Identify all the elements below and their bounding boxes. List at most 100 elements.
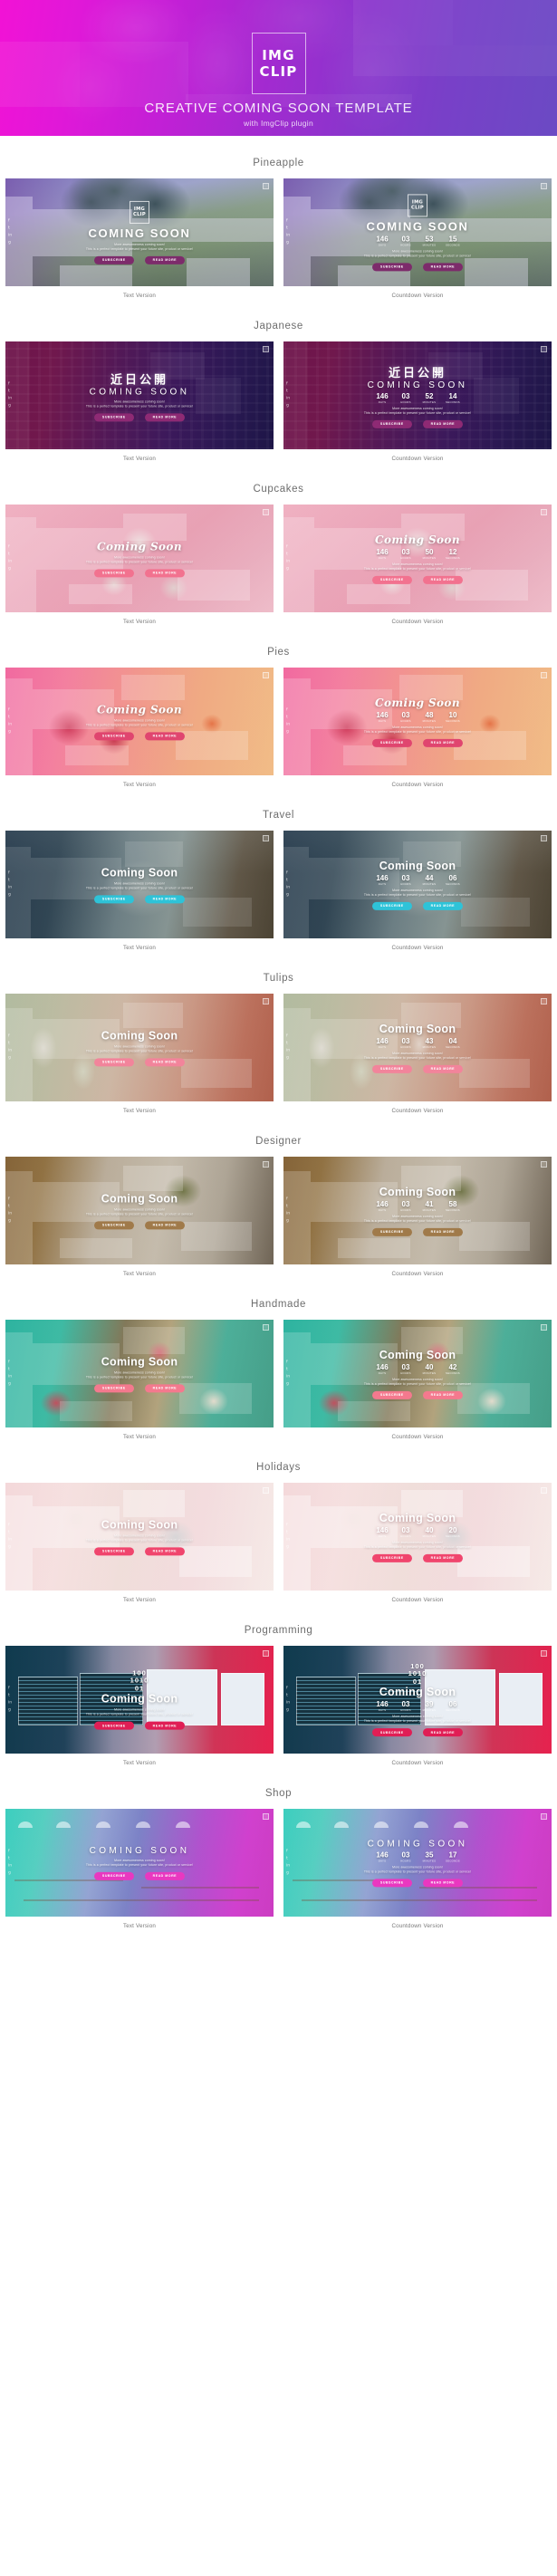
social-icon-google[interactable]: g [286,1382,290,1387]
social-icon-facebook[interactable]: f [8,1686,12,1691]
social-icon-linkedin[interactable]: in [286,1049,290,1053]
read-more-button[interactable]: READ MORE [422,262,464,272]
read-more-button[interactable]: READ MORE [144,1871,186,1880]
social-icon-facebook[interactable]: f [286,544,290,550]
preview-card-countdown[interactable]: f t in g Coming Soon 146 DAYS 03 HOURS 43 MINUTES 0… [283,994,552,1101]
social-icon-facebook[interactable]: f [286,1360,290,1365]
social-icon-google[interactable]: g [286,893,290,898]
subscribe-button[interactable]: SUBSCRIBE [93,894,134,904]
fullscreen-icon[interactable] [263,183,269,189]
social-icon-linkedin[interactable]: in [286,1701,290,1706]
social-icon-facebook[interactable]: f [8,1360,12,1365]
social-icon-google[interactable]: g [286,567,290,572]
social-icon-google[interactable]: g [286,1056,290,1061]
fullscreen-icon[interactable] [263,1161,269,1168]
social-icon-linkedin[interactable]: in [286,1212,290,1216]
fullscreen-icon[interactable] [541,1813,547,1820]
social-icon-linkedin[interactable]: in [286,1375,290,1379]
social-icon-twitter[interactable]: t [8,1694,12,1698]
social-links[interactable]: f t in g [286,381,290,409]
social-icon-linkedin[interactable]: in [286,560,290,564]
social-links[interactable]: f t in g [8,707,12,735]
fullscreen-icon[interactable] [541,1324,547,1331]
preview-card-text[interactable]: f t in g Coming Soon More awesomeness coming … [5,1483,274,1591]
fullscreen-icon[interactable] [541,672,547,678]
social-icon-google[interactable]: g [286,730,290,735]
subscribe-button[interactable]: SUBSCRIBE [371,419,412,428]
preview-card-countdown[interactable]: f t in g 近日公開 COMING SOON 146 DAYS 03 HOURS 52 MINU… [283,341,552,449]
subscribe-button[interactable]: SUBSCRIBE [371,1553,412,1562]
social-icon-facebook[interactable]: f [8,870,12,876]
fullscreen-icon[interactable] [541,1161,547,1168]
social-icon-linkedin[interactable]: in [286,397,290,401]
read-more-button[interactable]: READ MORE [422,1878,464,1888]
read-more-button[interactable]: READ MORE [422,1227,464,1236]
preview-card-text[interactable]: f t in g 近日公開 COMING SOON More awesomeness com… [5,341,274,449]
social-icon-facebook[interactable]: f [286,218,290,224]
social-icon-twitter[interactable]: t [286,1042,290,1046]
subscribe-button[interactable]: SUBSCRIBE [371,1227,412,1236]
social-icon-linkedin[interactable]: in [8,397,12,401]
fullscreen-icon[interactable] [263,1487,269,1494]
social-links[interactable]: f t in g [286,218,290,245]
subscribe-button[interactable]: SUBSCRIBE [93,412,134,422]
social-links[interactable]: f t in g [8,544,12,572]
social-icon-linkedin[interactable]: in [286,1538,290,1543]
social-icon-linkedin[interactable]: in [8,1864,12,1869]
social-icon-twitter[interactable]: t [8,1368,12,1372]
read-more-button[interactable]: READ MORE [144,1220,186,1230]
social-icon-twitter[interactable]: t [286,1368,290,1372]
preview-card-countdown[interactable]: f t in g Coming Soon 146 DAYS 03 HOURS 40 MINUTES 2… [283,1483,552,1591]
fullscreen-icon[interactable] [541,998,547,1004]
social-links[interactable]: f t in g [286,870,290,898]
subscribe-button[interactable]: SUBSCRIBE [93,1721,134,1730]
social-icon-linkedin[interactable]: in [286,886,290,890]
read-more-button[interactable]: READ MORE [422,738,464,747]
preview-card-text[interactable]: f t in g Coming Soon More awesomeness coming … [5,994,274,1101]
social-icon-linkedin[interactable]: in [8,234,12,238]
social-links[interactable]: f t in g [286,707,290,735]
fullscreen-icon[interactable] [541,1487,547,1494]
subscribe-button[interactable]: SUBSCRIBE [371,901,412,910]
social-icon-linkedin[interactable]: in [8,886,12,890]
read-more-button[interactable]: READ MORE [422,575,464,584]
social-icon-linkedin[interactable]: in [286,234,290,238]
social-icon-twitter[interactable]: t [286,1857,290,1861]
social-links[interactable]: f t in g [286,1523,290,1550]
social-icon-twitter[interactable]: t [286,716,290,720]
preview-card-countdown[interactable]: f t in g Coming Soon 146 DAYS 03 HOURS 41 MINUTES 5… [283,1157,552,1264]
social-icon-linkedin[interactable]: in [8,723,12,727]
preview-card-text[interactable]: f t in g Coming Soon More awesomeness coming … [5,505,274,612]
social-icon-twitter[interactable]: t [8,226,12,231]
social-icon-google[interactable]: g [286,1871,290,1876]
fullscreen-icon[interactable] [541,1650,547,1657]
social-icon-facebook[interactable]: f [286,381,290,387]
read-more-button[interactable]: READ MORE [144,1057,186,1067]
social-icon-twitter[interactable]: t [286,1531,290,1535]
preview-card-countdown[interactable]: f t in g Coming Soon 146 DAYS 03 HOURS 40 MINUTES 4… [283,1320,552,1427]
social-icon-twitter[interactable]: t [8,1857,12,1861]
preview-card-text[interactable]: f t in g Coming Soon More awesomeness coming … [5,1157,274,1264]
social-icon-facebook[interactable]: f [286,1849,290,1854]
social-icon-linkedin[interactable]: in [8,1701,12,1706]
social-icon-facebook[interactable]: f [286,707,290,713]
social-icon-twitter[interactable]: t [286,1694,290,1698]
fullscreen-icon[interactable] [263,1650,269,1657]
subscribe-button[interactable]: SUBSCRIBE [371,1064,412,1073]
social-icon-twitter[interactable]: t [286,226,290,231]
social-icon-google[interactable]: g [8,1871,12,1876]
social-icon-twitter[interactable]: t [8,879,12,883]
read-more-button[interactable]: READ MORE [422,1728,464,1737]
social-icon-facebook[interactable]: f [286,1033,290,1039]
social-icon-google[interactable]: g [8,1708,12,1713]
social-icon-facebook[interactable]: f [286,870,290,876]
subscribe-button[interactable]: SUBSCRIBE [371,262,412,272]
subscribe-button[interactable]: SUBSCRIBE [93,1383,134,1393]
social-icon-facebook[interactable]: f [8,381,12,387]
social-icon-google[interactable]: g [8,1056,12,1061]
social-icon-linkedin[interactable]: in [8,1375,12,1379]
social-icon-twitter[interactable]: t [8,716,12,720]
fullscreen-icon[interactable] [541,509,547,515]
subscribe-button[interactable]: SUBSCRIBE [93,1871,134,1880]
preview-card-countdown[interactable]: f t in g COMING SOON 146 DAYS 03 HOURS 35 MINUTES 1… [283,1809,552,1917]
